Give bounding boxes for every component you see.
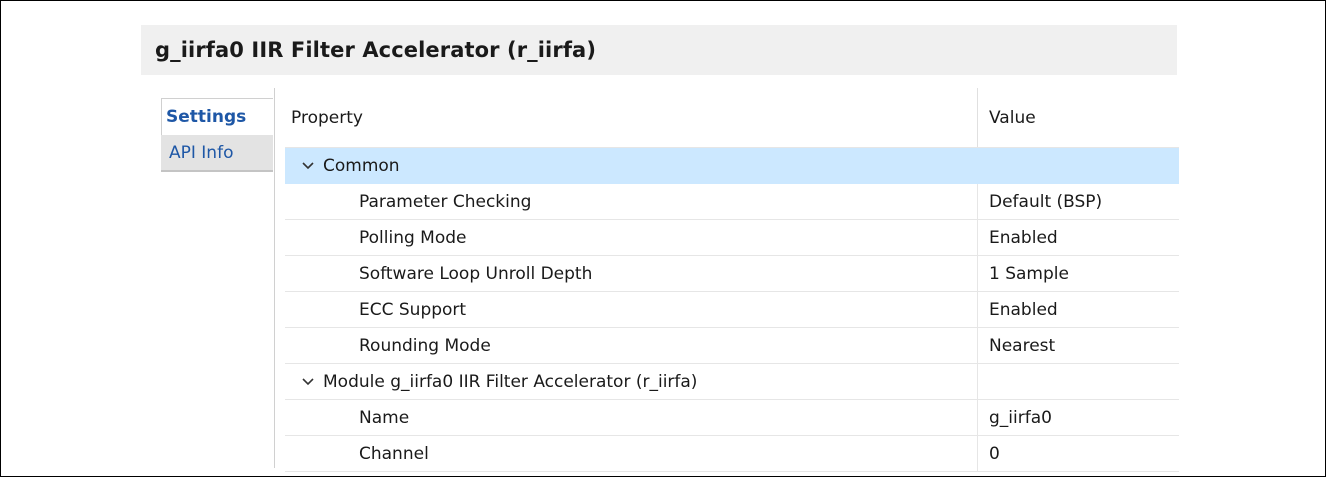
table-row[interactable]: Name g_iirfa0 [285, 400, 1179, 436]
property-name: Channel [359, 443, 429, 464]
table-row[interactable]: Channel 0 [285, 436, 1179, 472]
column-divider [977, 184, 978, 219]
property-name: Rounding Mode [359, 335, 491, 356]
table-row[interactable]: Polling Mode Enabled [285, 220, 1179, 256]
tab-divider [274, 88, 275, 468]
table-header-row: Property Value [285, 88, 1179, 148]
tab-settings[interactable]: Settings [161, 98, 273, 135]
property-name: ECC Support [359, 299, 467, 320]
group-label-common: Common [285, 148, 400, 183]
column-header-value[interactable]: Value [989, 88, 1036, 147]
property-value[interactable]: Enabled [989, 220, 1058, 255]
table-row[interactable]: ECC Support Enabled [285, 292, 1179, 328]
chevron-down-icon[interactable] [299, 157, 317, 175]
group-row-module[interactable]: Module g_iirfa0 IIR Filter Accelerator (… [285, 364, 1179, 400]
table-row[interactable]: Software Loop Unroll Depth 1 Sample [285, 256, 1179, 292]
group-label-text: Module g_iirfa0 IIR Filter Accelerator (… [323, 371, 698, 392]
property-name: Polling Mode [359, 227, 467, 248]
property-name: Software Loop Unroll Depth [359, 263, 593, 284]
group-label-module: Module g_iirfa0 IIR Filter Accelerator (… [285, 364, 697, 399]
column-divider [977, 328, 978, 363]
property-value[interactable]: 1 Sample [989, 256, 1069, 291]
chevron-down-icon[interactable] [299, 373, 317, 391]
group-label-text: Common [323, 155, 400, 176]
column-divider [977, 400, 978, 435]
table-row[interactable]: Rounding Mode Nearest [285, 328, 1179, 364]
page-title: g_iirfa0 IIR Filter Accelerator (r_iirfa… [141, 25, 1177, 75]
property-value[interactable]: g_iirfa0 [989, 400, 1052, 435]
column-divider[interactable] [977, 88, 978, 147]
table-row[interactable]: Parameter Checking Default (BSP) [285, 184, 1179, 220]
column-header-property[interactable]: Property [285, 88, 363, 147]
properties-table: Property Value Common Parameter Checking… [285, 88, 1179, 472]
tab-api-info[interactable]: API Info [161, 135, 273, 172]
column-divider [977, 220, 978, 255]
column-divider [977, 256, 978, 291]
property-name: Parameter Checking [359, 191, 532, 212]
property-value[interactable]: Nearest [989, 328, 1055, 363]
property-value[interactable]: 0 [989, 436, 1000, 471]
column-divider [977, 292, 978, 327]
property-value[interactable]: Default (BSP) [989, 184, 1102, 219]
group-row-common[interactable]: Common [285, 148, 1179, 184]
tab-strip: Settings API Info [161, 88, 275, 468]
column-divider [977, 364, 978, 399]
property-name: Name [359, 407, 410, 428]
window-frame: g_iirfa0 IIR Filter Accelerator (r_iirfa… [0, 0, 1326, 477]
column-divider [977, 436, 978, 471]
property-value[interactable]: Enabled [989, 292, 1058, 327]
